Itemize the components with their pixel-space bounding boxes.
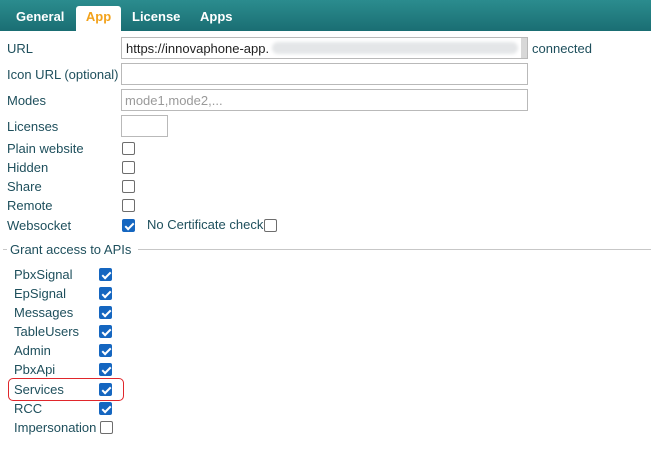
tab-license[interactable]: License — [132, 9, 180, 31]
share-label: Share — [7, 179, 42, 194]
api-epsignal-checkbox[interactable] — [99, 287, 112, 300]
url-redacted-blur — [272, 42, 518, 54]
api-label: RCC — [14, 401, 42, 416]
no-certificate-check-label: No Certificate check — [147, 217, 263, 232]
remote-checkbox[interactable] — [122, 199, 135, 212]
api-label: Services — [14, 382, 64, 397]
modes-label: Modes — [7, 93, 46, 108]
api-label: EpSignal — [14, 286, 66, 301]
tab-app[interactable]: App — [76, 6, 121, 31]
fieldset-border-right — [138, 249, 651, 250]
url-status: connected — [532, 41, 592, 56]
tab-general[interactable]: General — [16, 9, 64, 31]
api-label: PbxApi — [14, 362, 55, 377]
fieldset-border-left — [3, 249, 7, 250]
tab-bar: General App License Apps — [0, 0, 651, 31]
api-pbxapi-checkbox[interactable] — [99, 363, 112, 376]
share-checkbox[interactable] — [122, 180, 135, 193]
api-impersonation-checkbox[interactable] — [100, 421, 113, 434]
icon-url-input[interactable] — [121, 63, 528, 85]
hidden-checkbox[interactable] — [122, 161, 135, 174]
hidden-label: Hidden — [7, 160, 48, 175]
url-value: https://innovaphone-app. — [126, 41, 269, 56]
licenses-label: Licenses — [7, 119, 58, 134]
websocket-checkbox[interactable] — [122, 219, 135, 232]
url-input[interactable]: https://innovaphone-app. — [121, 37, 528, 59]
api-tableusers-checkbox[interactable] — [99, 325, 112, 338]
url-label: URL — [7, 41, 33, 56]
api-messages-checkbox[interactable] — [99, 306, 112, 319]
plain-website-label: Plain website — [7, 141, 84, 156]
no-certificate-check-checkbox[interactable] — [264, 219, 277, 232]
api-label: Impersonation — [14, 420, 96, 435]
url-scroll-thumb — [521, 38, 527, 58]
api-pbxsignal-checkbox[interactable] — [99, 268, 112, 281]
api-label: Messages — [14, 305, 73, 320]
icon-url-label: Icon URL (optional) — [7, 67, 119, 82]
api-admin-checkbox[interactable] — [99, 344, 112, 357]
licenses-input[interactable] — [121, 115, 168, 137]
websocket-label: Websocket — [7, 218, 71, 233]
plain-website-checkbox[interactable] — [122, 142, 135, 155]
apis-legend: Grant access to APIs — [10, 242, 131, 257]
api-label: PbxSignal — [14, 267, 73, 282]
api-label: TableUsers — [14, 324, 79, 339]
remote-label: Remote — [7, 198, 53, 213]
api-rcc-checkbox[interactable] — [99, 402, 112, 415]
modes-input[interactable] — [121, 89, 528, 111]
api-services-checkbox[interactable] — [99, 383, 112, 396]
tab-apps[interactable]: Apps — [200, 9, 233, 31]
api-label: Admin — [14, 343, 51, 358]
